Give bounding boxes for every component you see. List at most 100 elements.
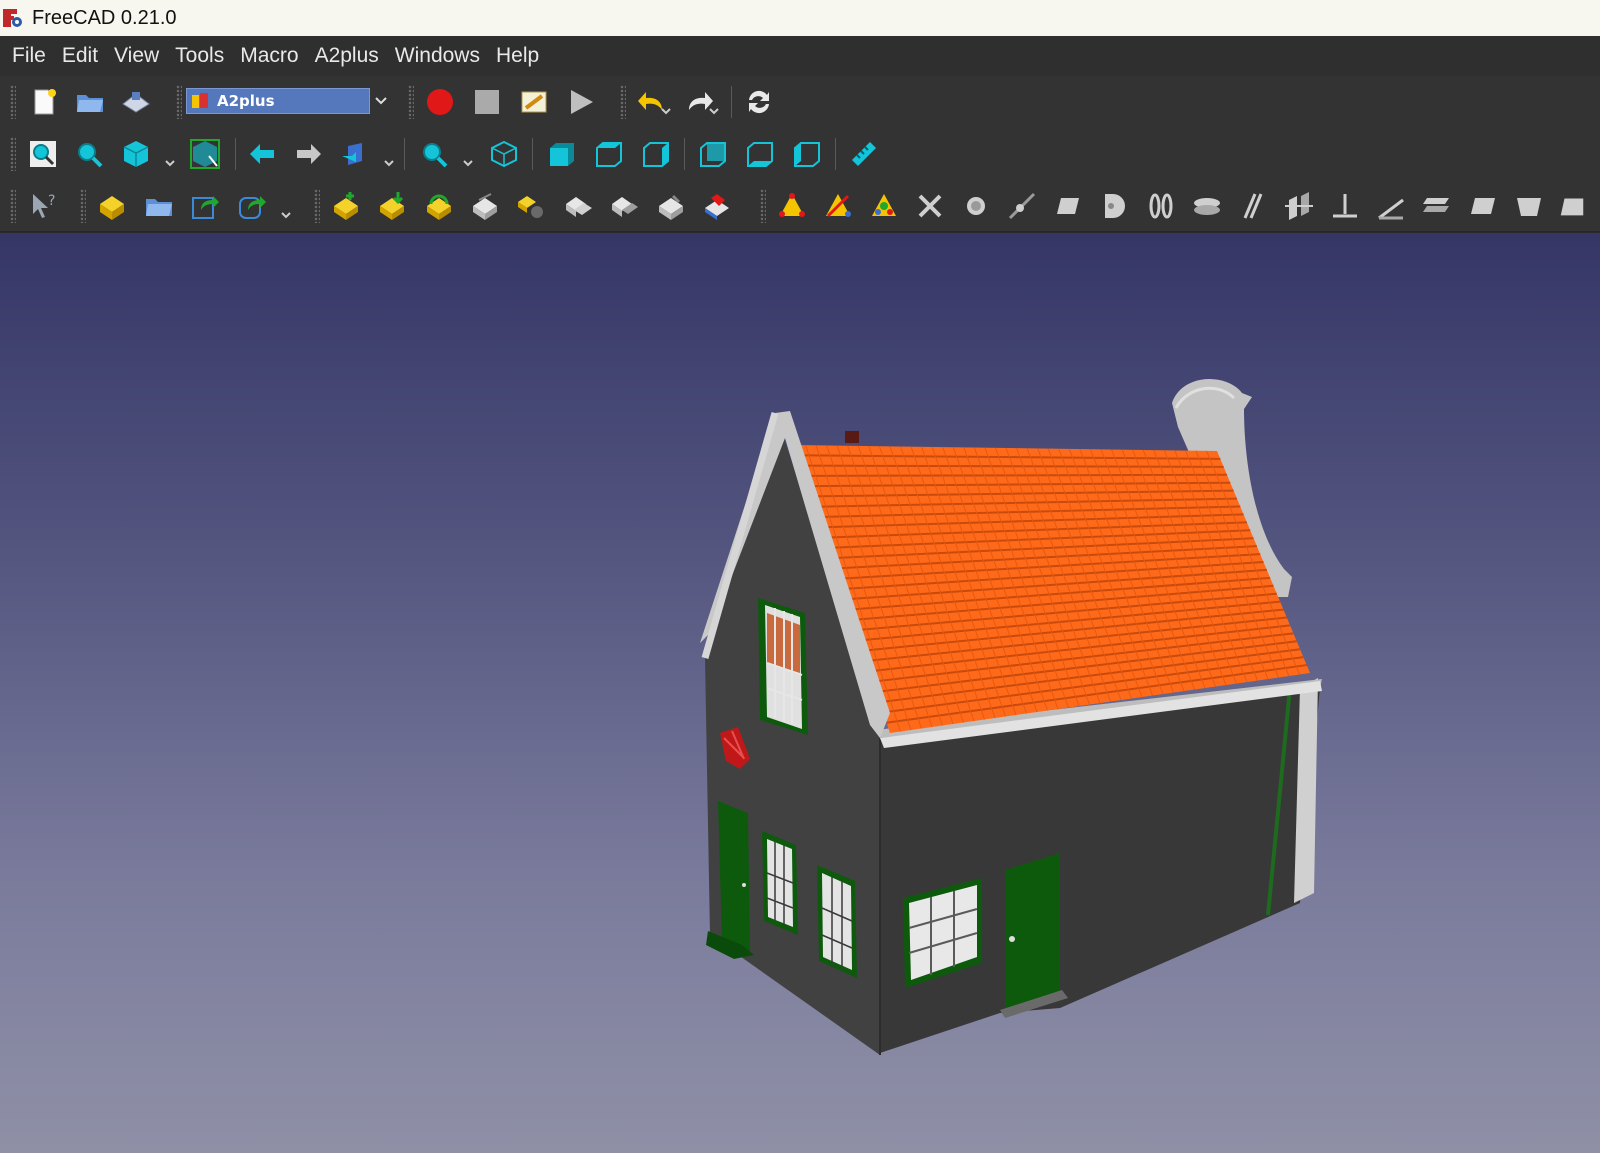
play-icon (571, 90, 593, 114)
toolbar-handle[interactable] (176, 85, 182, 119)
a2p-view-connections-button[interactable] (699, 188, 735, 224)
constraint-point-identity-button[interactable] (958, 188, 994, 224)
bounding-box-button[interactable] (187, 136, 223, 172)
view-right-button[interactable] (638, 136, 674, 172)
center-of-mass-icon (1517, 198, 1541, 216)
fit-selection-button[interactable] (71, 136, 107, 172)
constraint-more-button[interactable] (1557, 188, 1587, 224)
macro-record-button[interactable] (422, 84, 458, 120)
menu-edit[interactable]: Edit (54, 44, 106, 68)
macro-edit-button[interactable] (516, 84, 552, 120)
view-top-button[interactable] (591, 136, 627, 172)
stop-icon (475, 90, 499, 114)
view-left-button[interactable] (789, 136, 825, 172)
constraint-planes-parallel-button[interactable] (1419, 188, 1455, 224)
draw-style-button[interactable] (118, 136, 154, 172)
toolbar-handle[interactable] (620, 85, 626, 119)
toolbar-handle[interactable] (314, 189, 320, 223)
toolbar-handle[interactable] (760, 189, 766, 223)
menu-view[interactable]: View (106, 44, 167, 68)
menu-help[interactable]: Help (488, 44, 547, 68)
a2p-solve-button[interactable] (774, 188, 810, 224)
draw-style-dropdown-icon[interactable] (165, 160, 175, 168)
macro-stop-button[interactable] (469, 84, 505, 120)
fit-all-button[interactable] (25, 136, 61, 172)
constraint-circular-edge-button[interactable] (1143, 188, 1179, 224)
a2p-move-part-button[interactable] (606, 188, 642, 224)
zoom-button[interactable] (416, 136, 452, 172)
workbench-selector[interactable]: A2plus (186, 86, 392, 116)
export-multi-icon (239, 196, 266, 219)
view-rear-button[interactable] (695, 136, 731, 172)
toolbar-handle[interactable] (80, 189, 86, 223)
a2p-toggle-autosolve-button[interactable] (820, 188, 856, 224)
export-icon (192, 196, 219, 219)
axis-plane-parallel-icon (1285, 192, 1313, 220)
edit-part-icon (566, 197, 592, 217)
macro-run-button[interactable] (563, 84, 599, 120)
constraint-axis-plane-parallel-button[interactable] (1281, 188, 1317, 224)
view-back-button[interactable] (244, 136, 280, 172)
menu-a2plus[interactable]: A2plus (307, 44, 387, 68)
a2p-partial-processing-button[interactable] (866, 188, 902, 224)
house-model[interactable] (0, 233, 1600, 1153)
a2p-import-part-button[interactable] (374, 188, 410, 224)
zoom-dropdown-icon[interactable] (463, 160, 473, 168)
toolbar-handle[interactable] (10, 137, 16, 171)
toolbar-handle[interactable] (10, 189, 16, 223)
constraint-axis-parallel-button[interactable] (1235, 188, 1271, 224)
menu-file[interactable]: File (4, 44, 54, 68)
view-front-button[interactable] (544, 136, 580, 172)
whats-this-button[interactable]: ? (25, 188, 61, 224)
zoom-icon (423, 143, 448, 168)
constraint-plane-coincident-button[interactable] (1373, 188, 1409, 224)
constraint-center-of-mass-button[interactable] (1511, 188, 1547, 224)
a2plus-workbench-icon (192, 93, 208, 108)
view-forward-button[interactable] (291, 136, 327, 172)
view-connections-icon (705, 194, 729, 220)
a2p-convert-part-button[interactable] (513, 188, 549, 224)
duplicate-part-icon (473, 193, 497, 220)
constraint-angled-planes-button[interactable] (1327, 188, 1363, 224)
constraint-point-on-plane-button[interactable] (1051, 188, 1087, 224)
menu-bar: File Edit View Tools Macro A2plus Window… (0, 36, 1600, 76)
view-isometric-button[interactable] (486, 136, 522, 172)
save-document-button[interactable] (118, 84, 154, 120)
a2p-delete-connections-button[interactable] (653, 188, 689, 224)
a2p-add-part-button[interactable] (94, 188, 130, 224)
constraint-sphere-center-button[interactable] (1097, 188, 1133, 224)
constraint-point-on-line-button[interactable] (1004, 188, 1040, 224)
save-icon (122, 92, 150, 113)
constraint-axis-coincident-button[interactable] (1189, 188, 1225, 224)
toolbar-handle[interactable] (408, 85, 414, 119)
menu-macro[interactable]: Macro (232, 44, 306, 68)
draw-style-icon (123, 141, 149, 167)
undo-dropdown-icon[interactable] (661, 108, 671, 116)
constraint-planar-button[interactable] (1465, 188, 1501, 224)
a2p-export-button[interactable] (187, 188, 223, 224)
a2p-add-subassembly-button[interactable] (328, 188, 364, 224)
measure-distance-button[interactable] (846, 136, 882, 172)
arrow-right-icon (297, 144, 321, 164)
solve-icon (779, 193, 805, 217)
a2p-edit-part-button[interactable] (560, 188, 596, 224)
view-bottom-button[interactable] (742, 136, 778, 172)
a2p-export-multi-button[interactable] (234, 188, 270, 224)
a2p-update-imports-button[interactable] (421, 188, 457, 224)
export-dropdown-icon[interactable] (281, 212, 291, 220)
3d-viewport[interactable] (0, 233, 1600, 1153)
constraint-delete-button[interactable] (912, 188, 948, 224)
macro-edit-icon (521, 91, 547, 113)
a2p-open-folder-button[interactable] (141, 188, 177, 224)
menu-windows[interactable]: Windows (387, 44, 488, 68)
std-views-button[interactable] (338, 136, 374, 172)
redo-dropdown-icon[interactable] (709, 108, 719, 116)
refresh-button[interactable] (741, 84, 777, 120)
new-document-button[interactable] (26, 84, 62, 120)
open-document-button[interactable] (72, 84, 108, 120)
menu-tools[interactable]: Tools (167, 44, 232, 68)
toolbar-handle[interactable] (10, 85, 16, 119)
more-constraints-icon (1560, 198, 1584, 216)
std-views-dropdown-icon[interactable] (384, 160, 394, 168)
a2p-duplicate-part-button[interactable] (467, 188, 503, 224)
